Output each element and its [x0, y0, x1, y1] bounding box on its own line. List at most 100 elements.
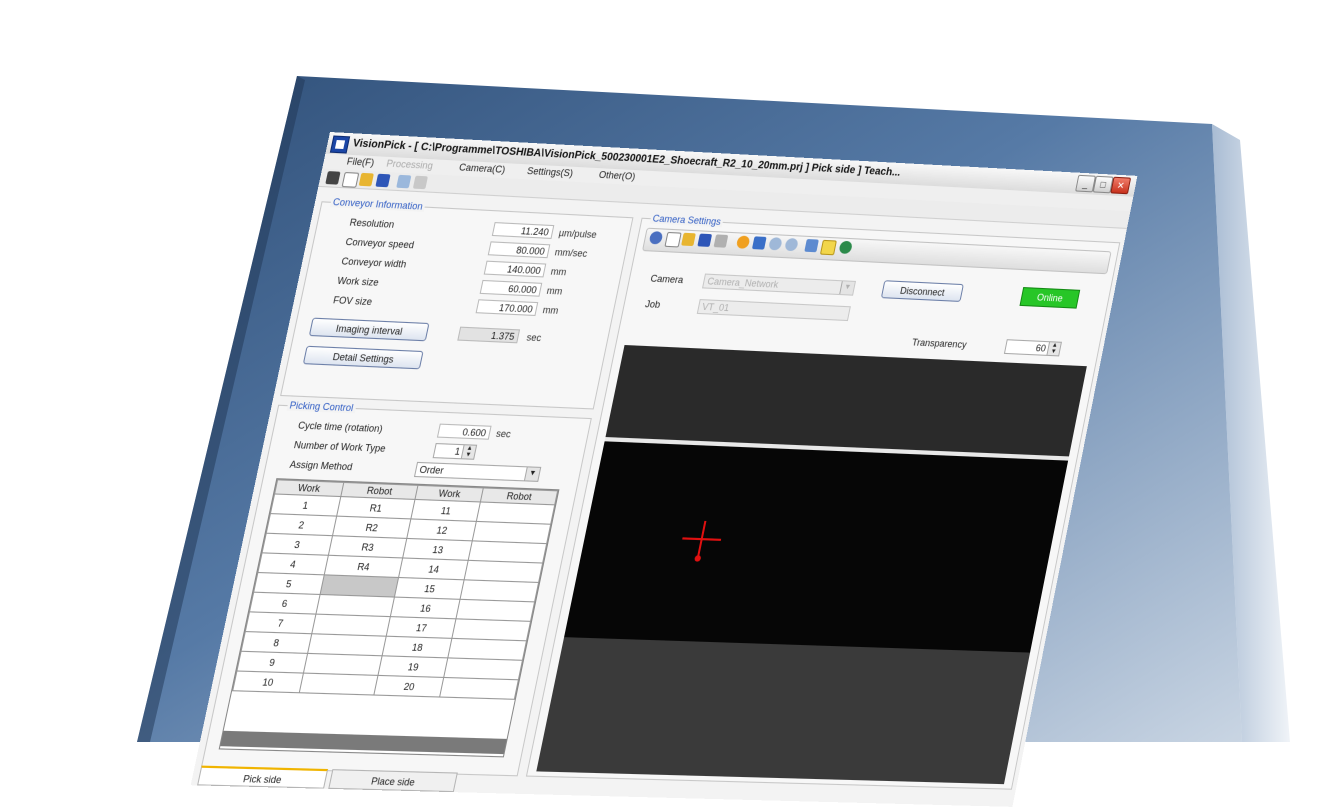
- conveyor-width-field[interactable]: 140.000: [483, 260, 547, 278]
- tab-pick-side[interactable]: Pick side: [197, 765, 329, 789]
- chevron-down-icon[interactable]: ▼: [839, 281, 855, 295]
- camera-icon[interactable]: [713, 234, 729, 248]
- camera-select[interactable]: Camera_Network ▼: [701, 273, 857, 296]
- table-cell[interactable]: [447, 638, 527, 661]
- table-cell[interactable]: 5: [253, 572, 324, 595]
- chevron-down-icon[interactable]: ▼: [523, 467, 541, 481]
- crosshair-dot: [694, 555, 702, 562]
- table-cell[interactable]: 13: [403, 538, 473, 561]
- menu-settings[interactable]: Settings(S): [526, 165, 574, 178]
- library-icon[interactable]: [325, 171, 341, 185]
- table-cell[interactable]: [439, 677, 519, 700]
- spinner-arrows-icon[interactable]: ▲ ▼: [460, 445, 476, 459]
- table-cell[interactable]: 14: [399, 557, 469, 580]
- picking-group-title: Picking Control: [286, 399, 357, 414]
- camera-toolbar: [641, 227, 1112, 275]
- fov-size-label: FOV size: [332, 294, 374, 308]
- table-cell[interactable]: R2: [332, 516, 412, 539]
- new-file-icon[interactable]: [664, 231, 682, 248]
- table-cell[interactable]: [460, 579, 539, 602]
- table-cell[interactable]: 20: [374, 675, 444, 698]
- table-cell[interactable]: 3: [262, 533, 333, 556]
- transparency-spinner[interactable]: 60 ▲ ▼: [1003, 339, 1062, 357]
- table-cell[interactable]: [464, 560, 543, 583]
- work-type-spinner[interactable]: 1 ▲ ▼: [432, 443, 478, 460]
- save-icon[interactable]: [697, 233, 713, 247]
- settings-icon[interactable]: [735, 235, 751, 249]
- close-button[interactable]: ✕: [1110, 176, 1132, 195]
- new-file-icon[interactable]: [341, 171, 360, 188]
- camera-label: Camera: [649, 273, 685, 286]
- zoom-in-icon[interactable]: [768, 237, 783, 251]
- cycle-time-field[interactable]: 0.600: [436, 423, 492, 440]
- table-cell[interactable]: 2: [266, 513, 337, 536]
- table-cell[interactable]: [468, 540, 547, 564]
- conveyor-bottom-region: [536, 637, 1031, 785]
- assign-method-select[interactable]: Order ▼: [413, 461, 542, 482]
- table-cell[interactable]: [303, 653, 383, 676]
- table-cell[interactable]: 6: [249, 592, 320, 615]
- table-scrollbar[interactable]: [220, 730, 507, 755]
- tab-place-side[interactable]: Place side: [328, 769, 458, 793]
- table-cell[interactable]: 15: [394, 577, 465, 600]
- work-size-field[interactable]: 60.000: [479, 279, 543, 297]
- table-cell[interactable]: 19: [378, 655, 448, 678]
- table-cell-selected[interactable]: [319, 574, 400, 598]
- table-cell[interactable]: 9: [236, 651, 308, 674]
- open-folder-icon[interactable]: [358, 172, 374, 187]
- conveyor-group-title: Conveyor Information: [329, 196, 426, 212]
- cycle-time-unit: sec: [495, 428, 512, 440]
- table-cell[interactable]: 18: [382, 636, 453, 658]
- assign-method-value: Order: [418, 464, 445, 476]
- fov-size-unit: mm: [541, 304, 560, 316]
- table-cell[interactable]: 7: [245, 611, 316, 634]
- imaging-interval-button[interactable]: Imaging interval: [308, 317, 430, 342]
- table-cell[interactable]: 12: [407, 518, 477, 541]
- table-cell[interactable]: 8: [241, 631, 312, 654]
- table-cell[interactable]: [307, 633, 387, 656]
- edit-icon[interactable]: [396, 174, 412, 189]
- arrow-right-icon[interactable]: [412, 175, 428, 190]
- detail-settings-button[interactable]: Detail Settings: [302, 345, 424, 370]
- menu-processing[interactable]: Processing: [385, 158, 434, 171]
- highlight-icon[interactable]: [819, 239, 837, 256]
- table-cell[interactable]: [443, 657, 523, 680]
- menu-file[interactable]: File(F): [346, 156, 375, 168]
- menu-camera[interactable]: Camera(C): [458, 162, 506, 175]
- spinner-arrows-icon[interactable]: ▲ ▼: [1046, 342, 1061, 356]
- table-cell[interactable]: [452, 618, 531, 641]
- conveyor-speed-field[interactable]: 80.000: [487, 241, 551, 259]
- table-cell[interactable]: R4: [323, 555, 404, 578]
- job-select[interactable]: VT_01: [696, 299, 851, 322]
- table-cell[interactable]: 16: [390, 597, 461, 619]
- fov-size-field[interactable]: 170.000: [475, 299, 539, 317]
- table-cell[interactable]: 17: [386, 616, 457, 639]
- table-cell[interactable]: [315, 594, 395, 617]
- zoom-out-icon[interactable]: [784, 237, 799, 252]
- resolution-field[interactable]: 11.240: [491, 222, 555, 239]
- work-type-value: 1: [453, 446, 462, 458]
- table-cell[interactable]: 10: [232, 670, 304, 693]
- assign-method-label: Assign Method: [288, 458, 354, 473]
- disconnect-button[interactable]: Disconnect: [880, 280, 964, 302]
- table-cell[interactable]: [456, 599, 535, 622]
- job-label: Job: [644, 298, 662, 310]
- table-cell[interactable]: [472, 521, 551, 544]
- table-cell[interactable]: [311, 614, 391, 637]
- table-cell[interactable]: 4: [257, 552, 329, 575]
- globe-icon[interactable]: [648, 231, 664, 245]
- table-cell[interactable]: [298, 673, 379, 696]
- imaging-interval-field: 1.375: [457, 326, 521, 344]
- grid-icon[interactable]: [751, 236, 767, 250]
- open-folder-icon[interactable]: [681, 232, 696, 247]
- table-cell[interactable]: 1: [270, 493, 341, 517]
- refresh-icon[interactable]: [804, 238, 819, 253]
- web-icon[interactable]: [838, 240, 853, 254]
- table-cell[interactable]: R3: [328, 535, 408, 558]
- camera-image-view[interactable]: [536, 344, 1087, 785]
- table-cell[interactable]: 11: [411, 499, 481, 522]
- imaging-interval-unit: sec: [525, 331, 543, 344]
- save-icon[interactable]: [375, 173, 391, 188]
- conveyor-width-unit: mm: [549, 266, 568, 278]
- menu-other[interactable]: Other(O): [598, 169, 636, 182]
